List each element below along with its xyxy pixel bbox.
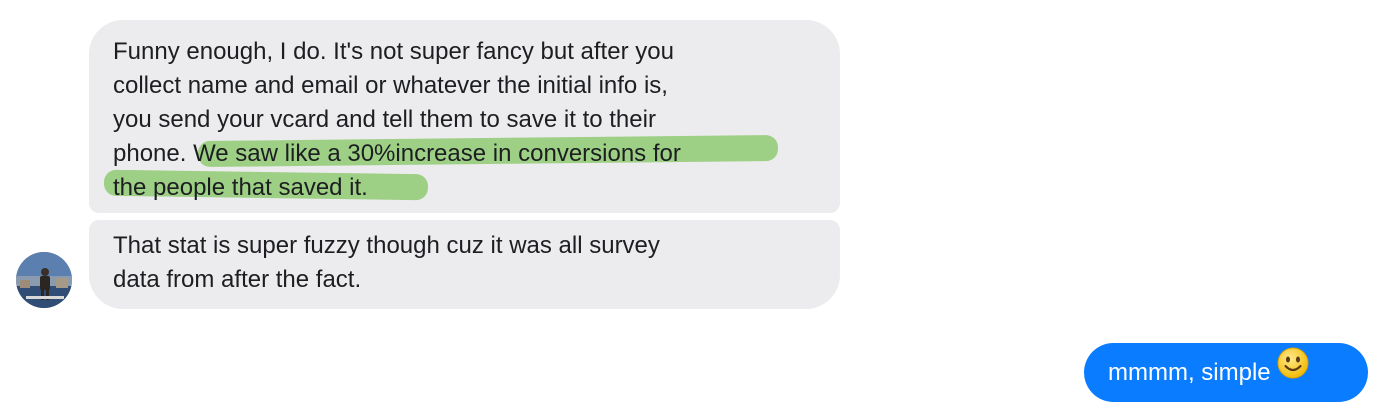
message-line: data from after the fact. — [113, 266, 362, 293]
received-message-1[interactable]: Funny enough, I do. It's not super fancy… — [89, 20, 840, 213]
sent-message-text: mmmm, simple — [1108, 359, 1271, 386]
message-line: Funny enough, I do. It's not super fancy… — [113, 38, 674, 65]
highlighted-text: We saw like a 30%increase in conversions… — [186, 140, 681, 167]
contact-avatar[interactable] — [16, 252, 72, 308]
message-line: That stat is super fuzzy though cuz it w… — [113, 232, 660, 259]
message-line: you send your vcard and tell them to sav… — [113, 106, 656, 133]
sent-message[interactable]: mmmm, simple — [1084, 343, 1368, 402]
avatar-photo — [16, 252, 72, 308]
smiling-face-emoji-icon — [1277, 342, 1309, 401]
message-line: collect name and email or whatever the i… — [113, 72, 668, 99]
message-line: the people that saved it. — [113, 171, 816, 205]
received-message-2[interactable]: That stat is super fuzzy though cuz it w… — [89, 220, 840, 309]
message-text: phone. — [113, 140, 187, 167]
highlighted-text: the people that saved it. — [113, 174, 368, 201]
